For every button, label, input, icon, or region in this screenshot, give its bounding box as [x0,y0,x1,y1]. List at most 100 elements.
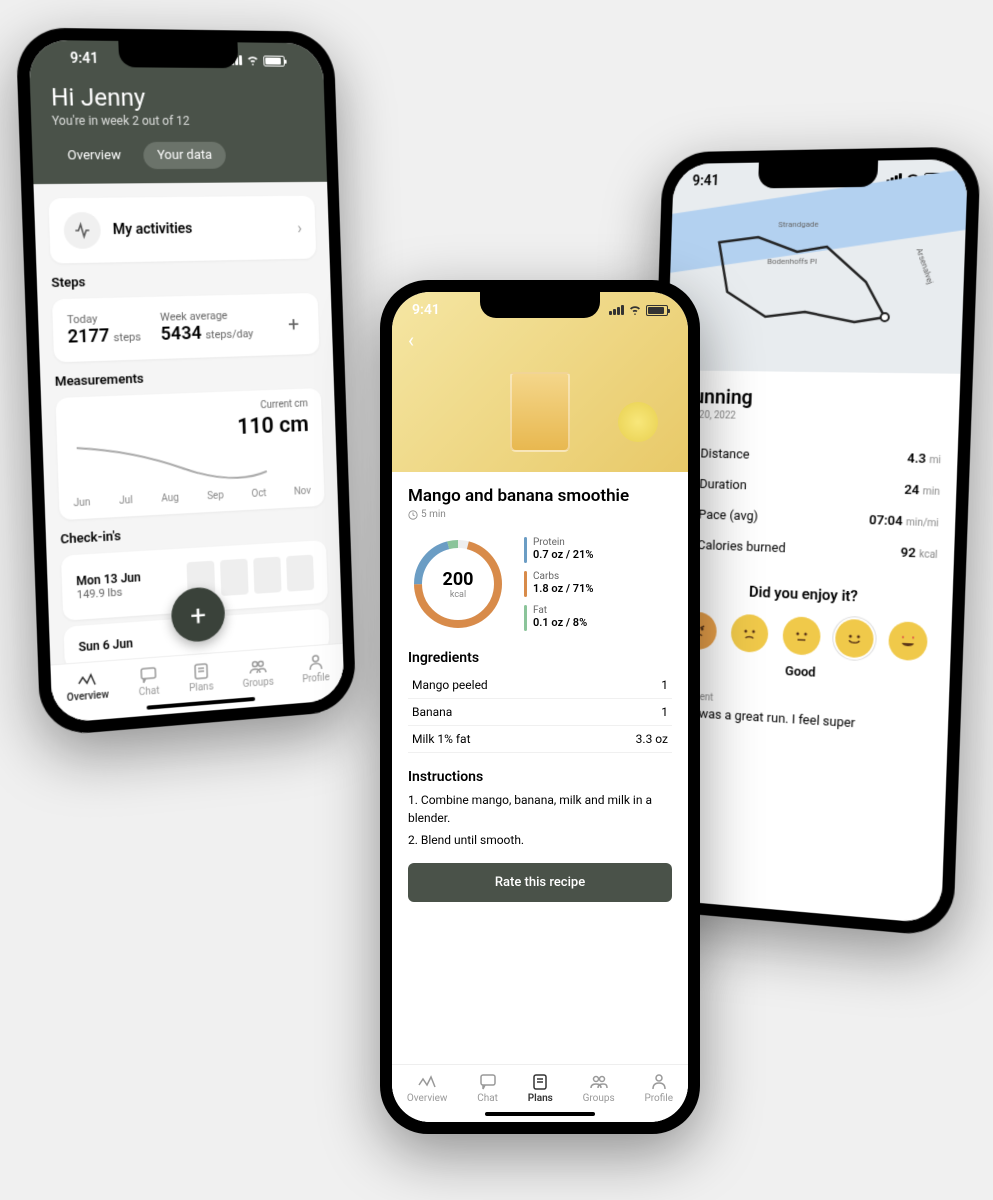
nav-plans[interactable]: Plans [528,1073,553,1104]
instruction-step: 1. Combine mango, banana, milk and milk … [408,791,672,827]
status-time: 9:41 [70,51,99,68]
nav-profile[interactable]: Profile [302,653,330,686]
map-street-label: Bodenhoffs Pl [767,257,817,266]
nav-chat[interactable]: Chat [477,1073,498,1104]
measurements-card[interactable]: Current cm 110 cm Jun Jul Aug Sep Oct No… [55,388,324,520]
profile-icon [306,653,326,672]
recipe-time-value: 5 min [421,509,446,520]
steps-section-label: Steps [51,270,317,291]
emoji-selected-label: Good [672,658,934,687]
activity-date: Jun 20, 2022 [681,410,943,426]
measurements-current-label: Current cm [260,398,308,411]
recipe-time: 5 min [408,509,672,520]
tab-overview[interactable]: Overview [53,142,136,170]
ingredient-row: Milk 1% fat 3.3 oz [408,726,672,753]
map-street-label: Strandgade [778,220,819,229]
photo-thumbnail[interactable] [220,559,249,596]
stat-value: 4.3 [907,451,926,467]
month-label: Oct [251,488,266,500]
battery-icon [646,305,668,316]
ingredient-row: Banana1 [408,699,672,726]
nav-label: Overview [67,690,109,704]
steps-today-val: 2177 [67,325,110,348]
kcal-unit: kcal [450,590,466,600]
recipe-title: Mango and banana smoothie [408,486,672,506]
macro-label: Carbs [533,571,593,582]
nav-groups[interactable]: Groups [583,1073,615,1104]
phone-notch [480,292,600,318]
steps-card: Today 2177 steps Week average 5434 steps… [52,293,320,363]
greeting: Hi Jenny [51,83,306,112]
emoji-love[interactable] [888,621,928,661]
lemon-illustration [618,402,658,442]
steps-week-val: 5434 [160,323,202,345]
my-activities-card[interactable]: My activities › [48,196,316,264]
smoothie-illustration [510,372,570,452]
groups-icon [589,1073,609,1091]
emoji-neutral[interactable] [782,616,821,656]
macro-label: Protein [533,537,593,548]
nav-profile[interactable]: Profile [644,1073,673,1104]
stat-unit: min [922,486,940,498]
tab-your-data[interactable]: Your data [143,142,227,169]
photo-thumbnail[interactable] [286,555,314,592]
emoji-rating-row [673,611,935,662]
run-map[interactable]: 9:41 ‹ Strandgade Bodenhoffs Pl Arsenalv… [667,159,968,374]
nav-overview[interactable]: Overview [407,1073,448,1104]
month-label: Nov [294,486,311,498]
measurements-months: Jun Jul Aug Sep Oct Nov [73,486,311,509]
back-button[interactable]: ‹ [408,328,414,352]
steps-week-unit: steps/day [205,327,253,341]
signal-icon [609,305,624,315]
checkin-date: Sun 6 Jun [78,636,133,654]
nav-label: Plans [189,681,214,694]
nav-overview[interactable]: Overview [66,669,109,704]
ingredient-name: Milk 1% fat [412,732,471,746]
nav-label: Profile [302,672,330,685]
kcal-value: 200 [443,569,474,590]
instructions-title: Instructions [408,769,672,785]
status-time: 9:41 [412,302,440,318]
nav-label: Groups [583,1093,615,1104]
header-tabs: Overview Your data [53,142,308,170]
overview-icon [417,1073,437,1091]
stat-label: Distance [700,447,749,463]
ingredient-name: Mango peeled [412,678,488,692]
rate-recipe-button[interactable]: Rate this recipe [408,863,672,902]
add-steps-button[interactable]: + [282,312,306,336]
ingredient-qty: 3.3 oz [636,732,668,746]
status-icons [609,305,668,316]
greeting-subtitle: You're in week 2 out of 12 [52,114,307,128]
stats-list: Distance4.3 mi Duration24 min Pace (avg)… [676,438,942,570]
ingredient-row: Mango peeled 1 [408,672,672,699]
nav-chat[interactable]: Chat [138,666,160,699]
plans-icon [191,662,211,681]
month-label: Jun [73,497,90,509]
battery-icon [263,55,285,66]
clock-icon [408,510,418,520]
nav-label: Chat [139,686,160,699]
month-label: Sep [207,490,224,502]
home-indicator[interactable] [485,1112,595,1116]
macros-list: Protein0.7 oz / 21% Carbs1.8 oz / 71% Fa… [524,537,593,631]
ingredient-qty: 1 [661,678,668,692]
nav-label: Plans [528,1093,553,1104]
ingredient-name: Banana [412,705,452,719]
photo-thumbnail[interactable] [253,557,281,594]
stat-label: Pace (avg) [698,508,758,525]
stat-unit: mi [929,455,941,466]
nav-plans[interactable]: Plans [188,661,214,694]
macro-protein: Protein0.7 oz / 21% [524,537,593,563]
emoji-sad[interactable] [731,614,769,653]
body: My activities › Steps Today 2177 steps W… [33,182,344,724]
nav-groups[interactable]: Groups [242,657,274,690]
emoji-happy[interactable] [834,618,873,658]
stat-value: 24 [904,483,920,499]
macro-value: 0.1 oz / 8% [533,616,587,629]
phone-notch [118,41,238,68]
measurements-chart [71,430,272,489]
plans-icon [530,1073,550,1091]
measurements-section-label: Measurements [55,366,321,390]
activity-icon [63,212,101,249]
activity-title: Running [681,384,944,412]
